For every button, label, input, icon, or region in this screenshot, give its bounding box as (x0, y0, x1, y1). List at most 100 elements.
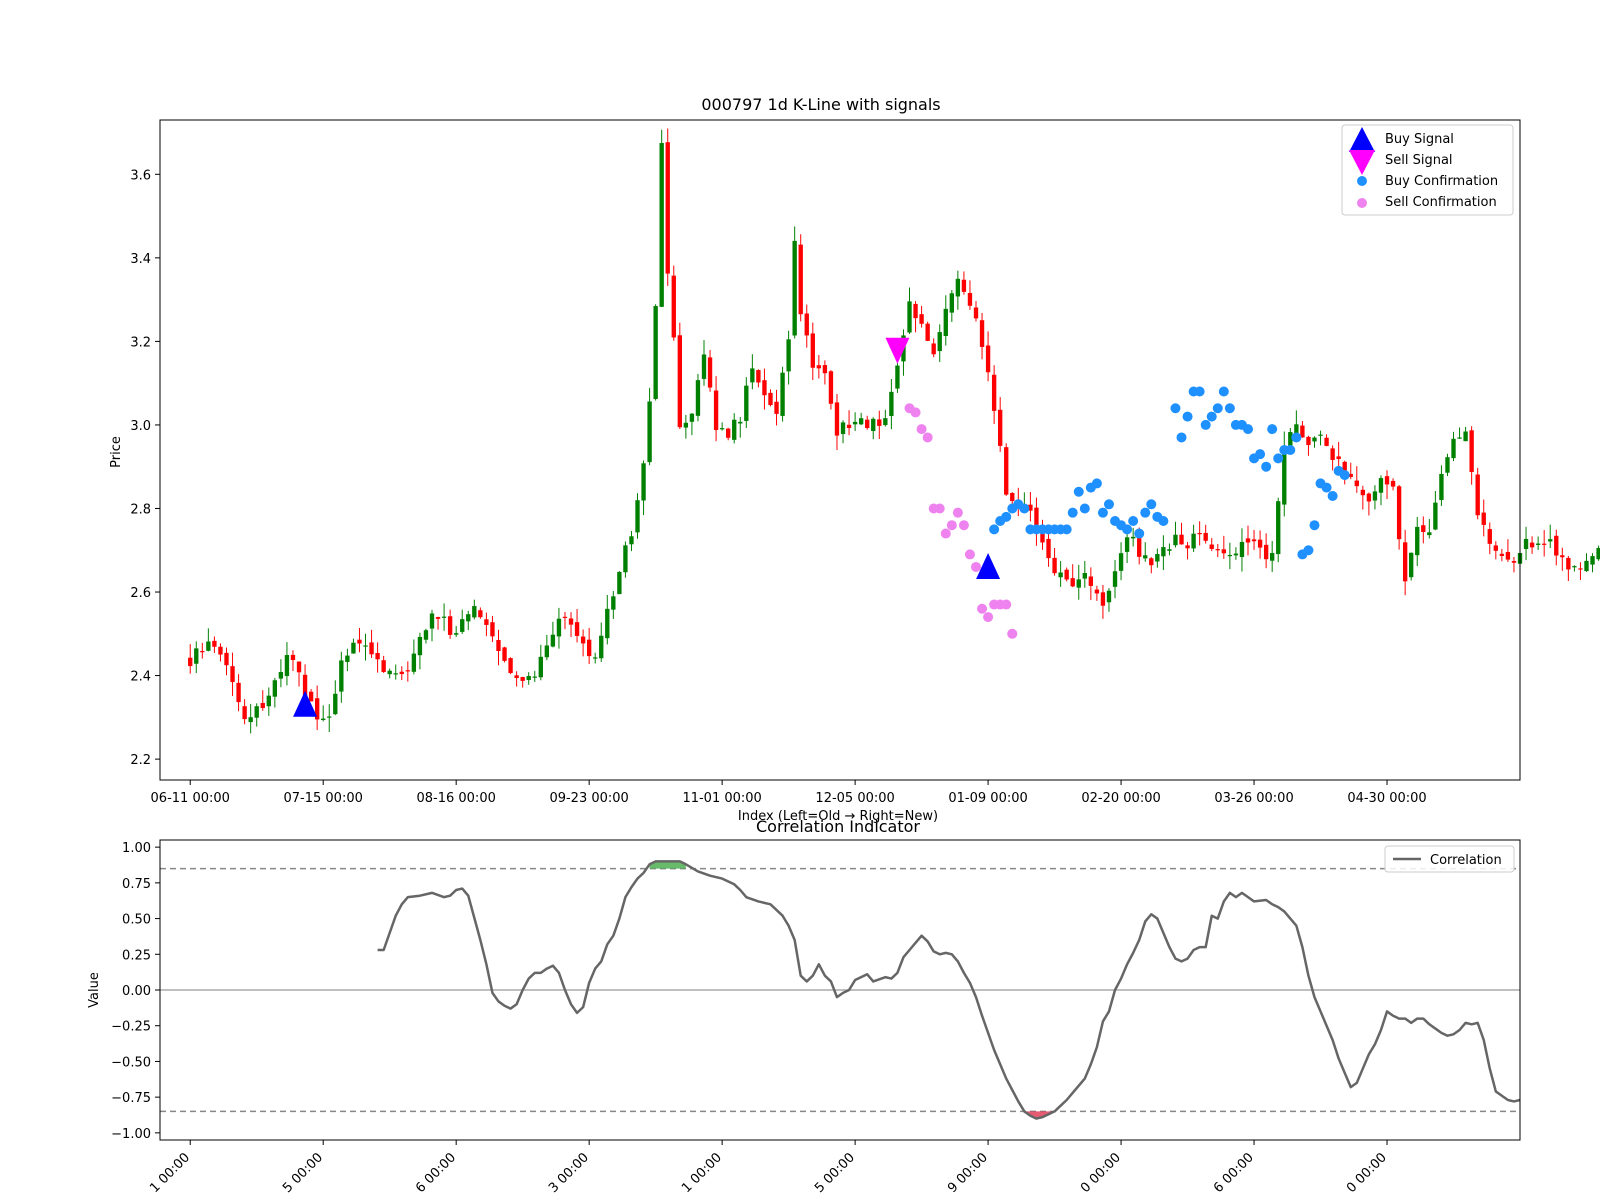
candle-body (1245, 538, 1251, 543)
candle-body (1251, 539, 1257, 542)
buy-confirmation-point (1128, 516, 1139, 527)
buy-confirmation-point (1097, 507, 1108, 518)
candle-body (1124, 537, 1130, 552)
candle-body (961, 279, 967, 292)
candle-body (1554, 535, 1559, 556)
candle-body (1076, 579, 1081, 588)
price-x-tick-label: 03-26 00:00 (1214, 791, 1293, 806)
buy-confirmation-point (1243, 424, 1253, 435)
buy-confirmation-point (1146, 499, 1157, 510)
buy-confirmation-point (1067, 507, 1078, 518)
price-y-tick-label: 3.6 (130, 168, 151, 183)
candle-body (296, 661, 302, 673)
candle-body (1276, 501, 1281, 555)
buy-confirmation-point (1206, 411, 1217, 422)
candle-body (1390, 480, 1396, 487)
candle-body (490, 622, 495, 637)
candle-body (792, 240, 797, 336)
candle-body (1584, 560, 1589, 572)
sell-confirmation-point (916, 424, 927, 435)
candle-body (756, 370, 761, 383)
buy-confirmation-point (1140, 507, 1151, 518)
candle-body (248, 717, 253, 723)
candle-body (719, 428, 725, 430)
candle-body (810, 333, 815, 368)
candle-body (230, 666, 235, 683)
buy-confirmation-point (1212, 403, 1223, 414)
legend-buy-signal: Buy Signal (1385, 132, 1454, 147)
candle-body (399, 671, 404, 675)
candle-body (1215, 549, 1220, 551)
candle-body (284, 655, 290, 677)
sell-confirmation-point (910, 407, 921, 418)
candle-body (423, 630, 429, 640)
candle-body (369, 642, 374, 655)
price-x-tick-label: 02-20 00:00 (1081, 791, 1160, 806)
candle-body (496, 639, 501, 651)
candle-body (1227, 554, 1233, 557)
candle-body (194, 648, 199, 664)
candle-body (1548, 539, 1553, 542)
candle-body (1487, 529, 1492, 544)
correlation-y-tick-label: −0.50 (111, 1055, 151, 1070)
candle-body (1149, 558, 1154, 566)
buy-confirmation-point (1122, 524, 1133, 535)
buy-confirmation-point (1309, 520, 1320, 531)
candle-body (804, 313, 809, 336)
candle-body (206, 641, 211, 651)
price-y-tick-label: 2.8 (130, 502, 151, 517)
candle-body (363, 645, 368, 647)
candle-body (550, 634, 556, 647)
candle-body (502, 647, 507, 661)
correlation-panel: Correlation Indicator 1.00 0.75 0.50 0.25 0.… (87, 817, 1521, 1196)
candle-body (393, 673, 398, 675)
candle-body (635, 500, 640, 533)
buy-confirmation-point (1200, 419, 1211, 430)
candle-body (738, 421, 743, 424)
sell-confirmation-point (940, 528, 951, 539)
candle-body (937, 332, 942, 352)
candle-body (617, 571, 622, 595)
buy-confirmation-point (1285, 445, 1296, 455)
candle-body (1143, 555, 1148, 559)
candle-body (985, 345, 991, 373)
buy-confirmation-point (1158, 516, 1169, 527)
candle-body (653, 306, 658, 399)
legend-correlation: Correlation (1430, 853, 1502, 868)
candle-body (871, 418, 876, 432)
candle-body (1354, 480, 1359, 487)
candle-body (949, 293, 954, 313)
candle-body (865, 419, 870, 429)
candle-body (1535, 543, 1541, 545)
candle-body (260, 702, 265, 709)
candle-body (351, 642, 356, 654)
candle-body (744, 385, 749, 421)
candle-body (726, 428, 731, 438)
candle-body (1064, 569, 1069, 580)
candle-body (798, 244, 803, 315)
candle-body (1010, 492, 1015, 502)
candle-body (1155, 553, 1160, 562)
candle-body (544, 645, 550, 658)
candle-body (212, 640, 217, 647)
candle-body (1179, 534, 1184, 545)
candle-body (568, 618, 574, 625)
candle-body (1493, 545, 1498, 551)
candle-body (913, 303, 918, 319)
buy-confirmation-point (1134, 528, 1145, 539)
candle-body (1360, 489, 1366, 496)
candle-body (1239, 541, 1245, 558)
correlation-y-axis-label: Value (87, 972, 102, 1008)
price-y-tick-label: 3.4 (130, 252, 151, 267)
correlation-y-tick-label: −1.00 (111, 1127, 151, 1142)
figure: 000797 1d K-Line with signals 2.2 2.4 2.6 2… (0, 0, 1600, 1200)
candle-body (877, 419, 882, 426)
price-y-axis-label: Price (109, 436, 124, 468)
candle-body (1523, 538, 1529, 549)
candle-body (1203, 532, 1208, 541)
candle-body (375, 652, 380, 660)
buy-confirmation-point (1170, 403, 1181, 414)
candle-body (556, 618, 562, 637)
candle-body (665, 142, 670, 274)
correlation-y-tick-label: 0.50 (122, 913, 151, 928)
